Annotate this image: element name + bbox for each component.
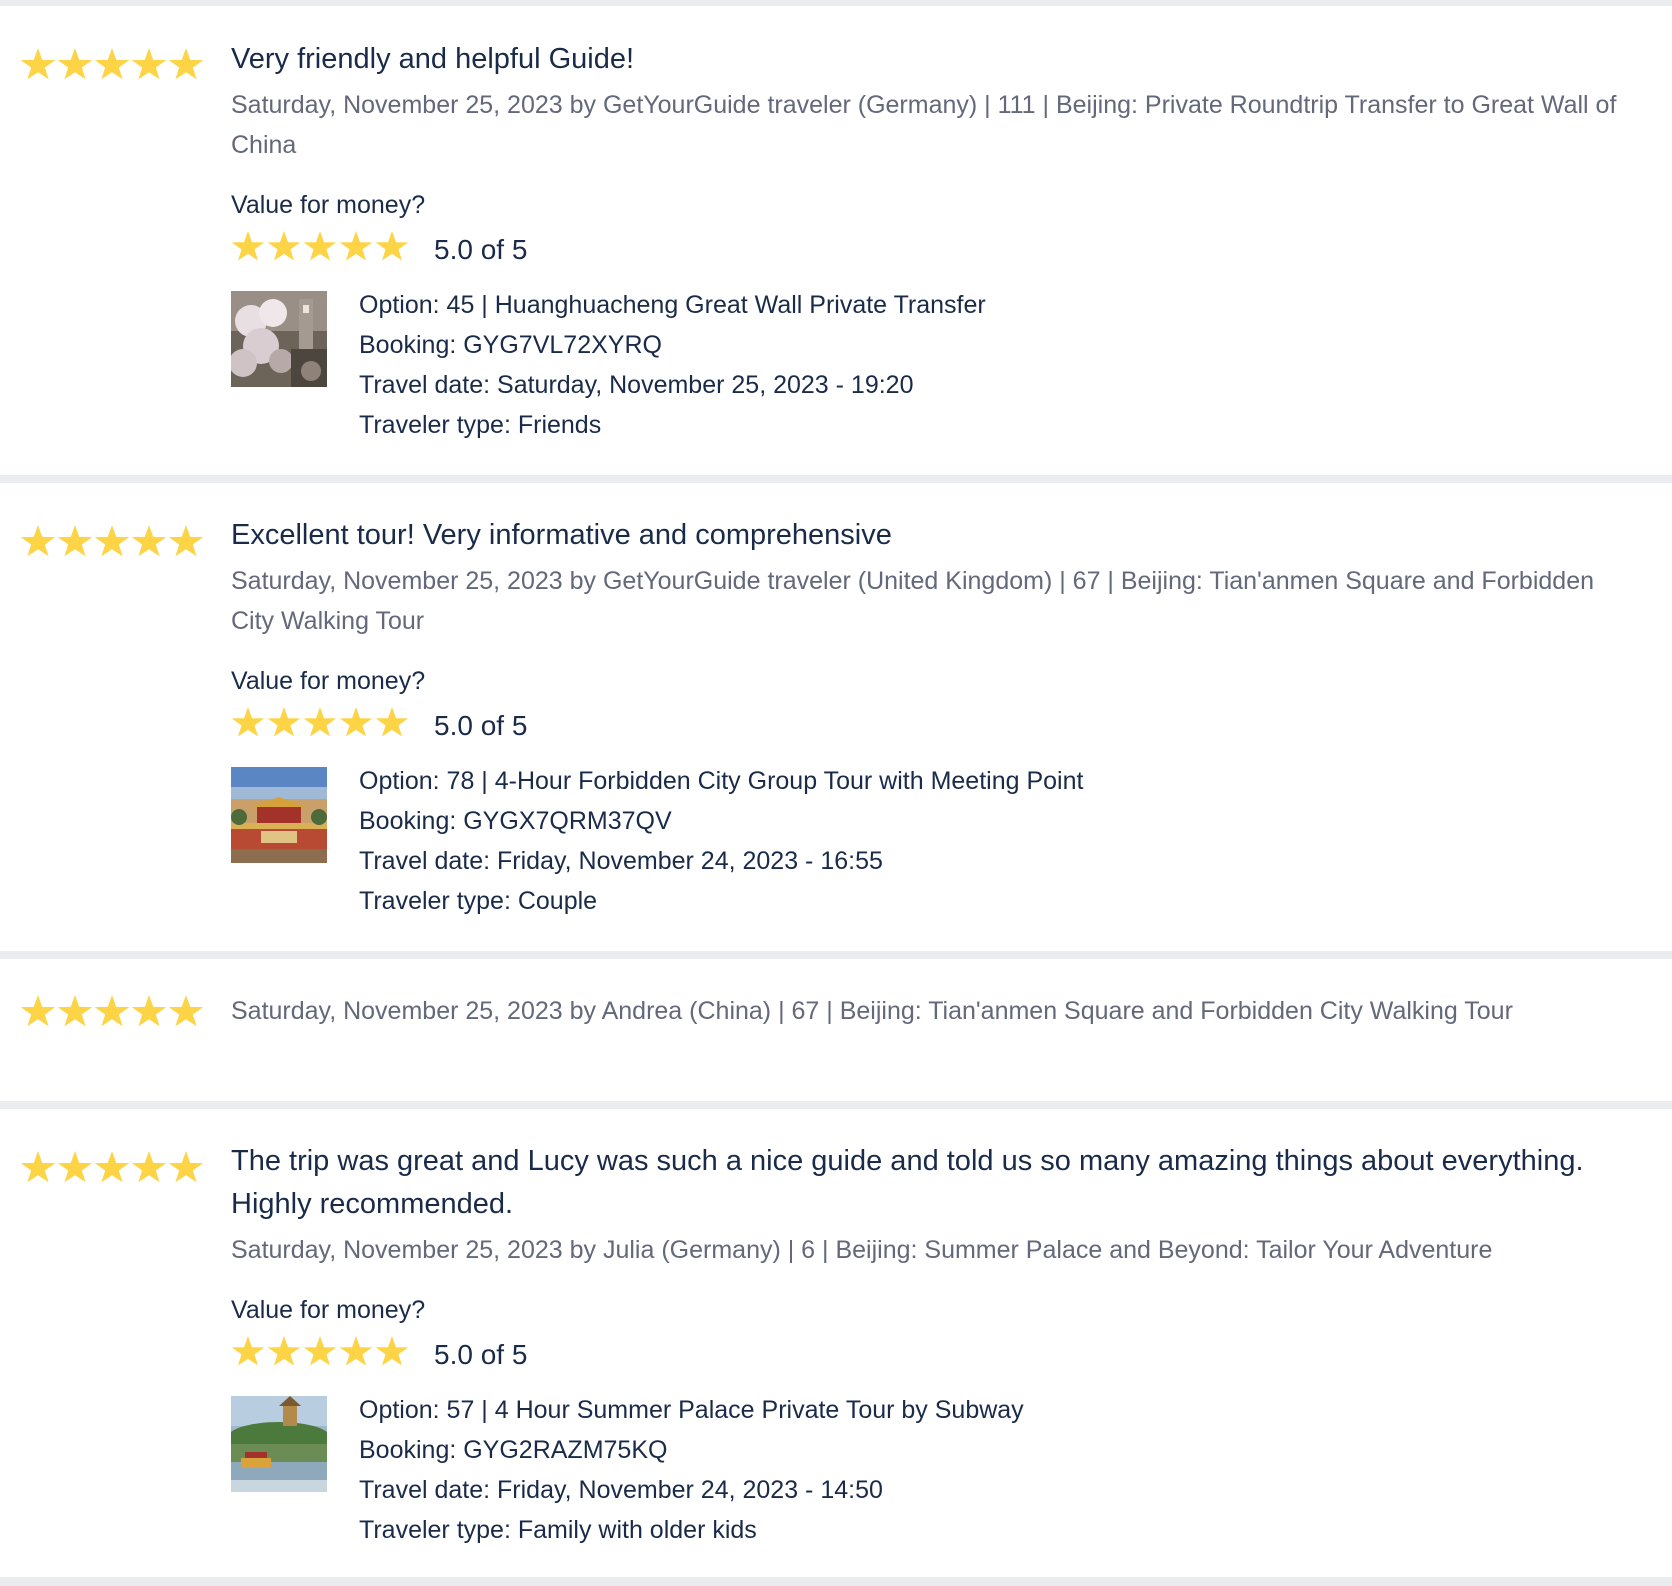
star-icon [303,707,337,737]
star-icon [267,1336,301,1366]
star-icon [94,995,130,1027]
star-icon [131,48,167,80]
review-meta: Saturday, November 25, 2023 by Julia (Ge… [231,1236,1493,1264]
star-icon [339,1336,373,1366]
option-text: Option: 45 | Huanghuacheng Great Wall Pr… [359,291,986,319]
review-title: Very friendly and helpful Guide! [231,43,635,75]
booking-text: Booking: GYGX7QRM37QV [359,807,672,835]
star-icon [168,48,204,80]
review-card: The trip was great and Lucy was such a n… [0,1109,1672,1577]
booking-text: Booking: GYG2RAZM75KQ [359,1436,668,1464]
star-icon [231,707,265,737]
star-icon [94,525,130,557]
star-icon [267,231,301,261]
reviews-list: Very friendly and helpful Guide! Saturda… [0,0,1672,1586]
traveler-type-text: Traveler type: Friends [359,411,602,439]
option-text: Option: 57 | 4 Hour Summer Palace Privat… [359,1396,1024,1424]
review-meta: Saturday, November 25, 2023 by GetYourGu… [231,91,1617,159]
star-icon [303,231,337,261]
star-icon [168,995,204,1027]
star-icon [20,48,56,80]
star-icon [20,525,56,557]
star-icon [131,525,167,557]
value-score: 5.0 of 5 [434,710,528,741]
value-score: 5.0 of 5 [434,1339,528,1370]
review-card: Very friendly and helpful Guide! Saturda… [0,6,1672,475]
travel-date-text: Travel date: Friday, November 24, 2023 -… [359,847,883,875]
value-for-money-label: Value for money? [231,1296,426,1324]
review-card: Excellent tour! Very informative and com… [0,483,1672,951]
review-card: Saturday, November 25, 2023 by Andrea (C… [0,959,1672,1101]
travel-date-text: Travel date: Friday, November 24, 2023 -… [359,1476,883,1504]
summer-palace-thumbnail[interactable] [231,1396,327,1492]
rating-stars [20,48,204,82]
value-for-money-label: Value for money? [231,667,426,695]
star-icon [57,525,93,557]
star-icon [20,1151,56,1183]
star-icon [303,1336,337,1366]
star-icon [94,1151,130,1183]
star-icon [168,525,204,557]
star-icon [57,1151,93,1183]
value-for-money-label: Value for money? [231,191,426,219]
star-icon [231,231,265,261]
star-icon [339,707,373,737]
rating-stars [20,525,204,559]
star-icon [231,1336,265,1366]
traveler-type-text: Traveler type: Couple [359,887,598,915]
star-icon [94,48,130,80]
booking-details: Option: 78 | 4-Hour Forbidden City Group… [231,761,1632,921]
rating-stars [20,1151,204,1185]
star-icon [168,1151,204,1183]
booking-text: Booking: GYG7VL72XYRQ [359,331,662,359]
star-icon [57,995,93,1027]
review-title: The trip was great and Lucy was such a n… [231,1145,1584,1220]
value-score: 5.0 of 5 [434,234,528,265]
review-meta: Saturday, November 25, 2023 by GetYourGu… [231,567,1595,635]
star-icon [57,48,93,80]
option-text: Option: 78 | 4-Hour Forbidden City Group… [359,767,1084,795]
great-wall-thumbnail[interactable] [231,291,327,387]
travel-date-text: Travel date: Saturday, November 25, 2023… [359,371,914,399]
value-for-money-rating: 5.0 of 5 [231,227,1632,267]
star-icon [131,1151,167,1183]
value-for-money-rating: 5.0 of 5 [231,703,1632,743]
star-icon [267,707,301,737]
star-icon [20,995,56,1027]
review-title: Excellent tour! Very informative and com… [231,519,892,551]
star-icon [375,707,409,737]
star-icon [375,1336,409,1366]
star-icon [339,231,373,261]
booking-details: Option: 57 | 4 Hour Summer Palace Privat… [231,1390,1632,1550]
rating-stars [20,995,204,1029]
traveler-type-text: Traveler type: Family with older kids [359,1516,757,1544]
review-meta: Saturday, November 25, 2023 by Andrea (C… [231,997,1513,1025]
value-for-money-rating: 5.0 of 5 [231,1332,1632,1372]
booking-details: Option: 45 | Huanghuacheng Great Wall Pr… [231,285,1632,445]
star-icon [131,995,167,1027]
star-icon [375,231,409,261]
forbidden-city-thumbnail[interactable] [231,767,327,863]
